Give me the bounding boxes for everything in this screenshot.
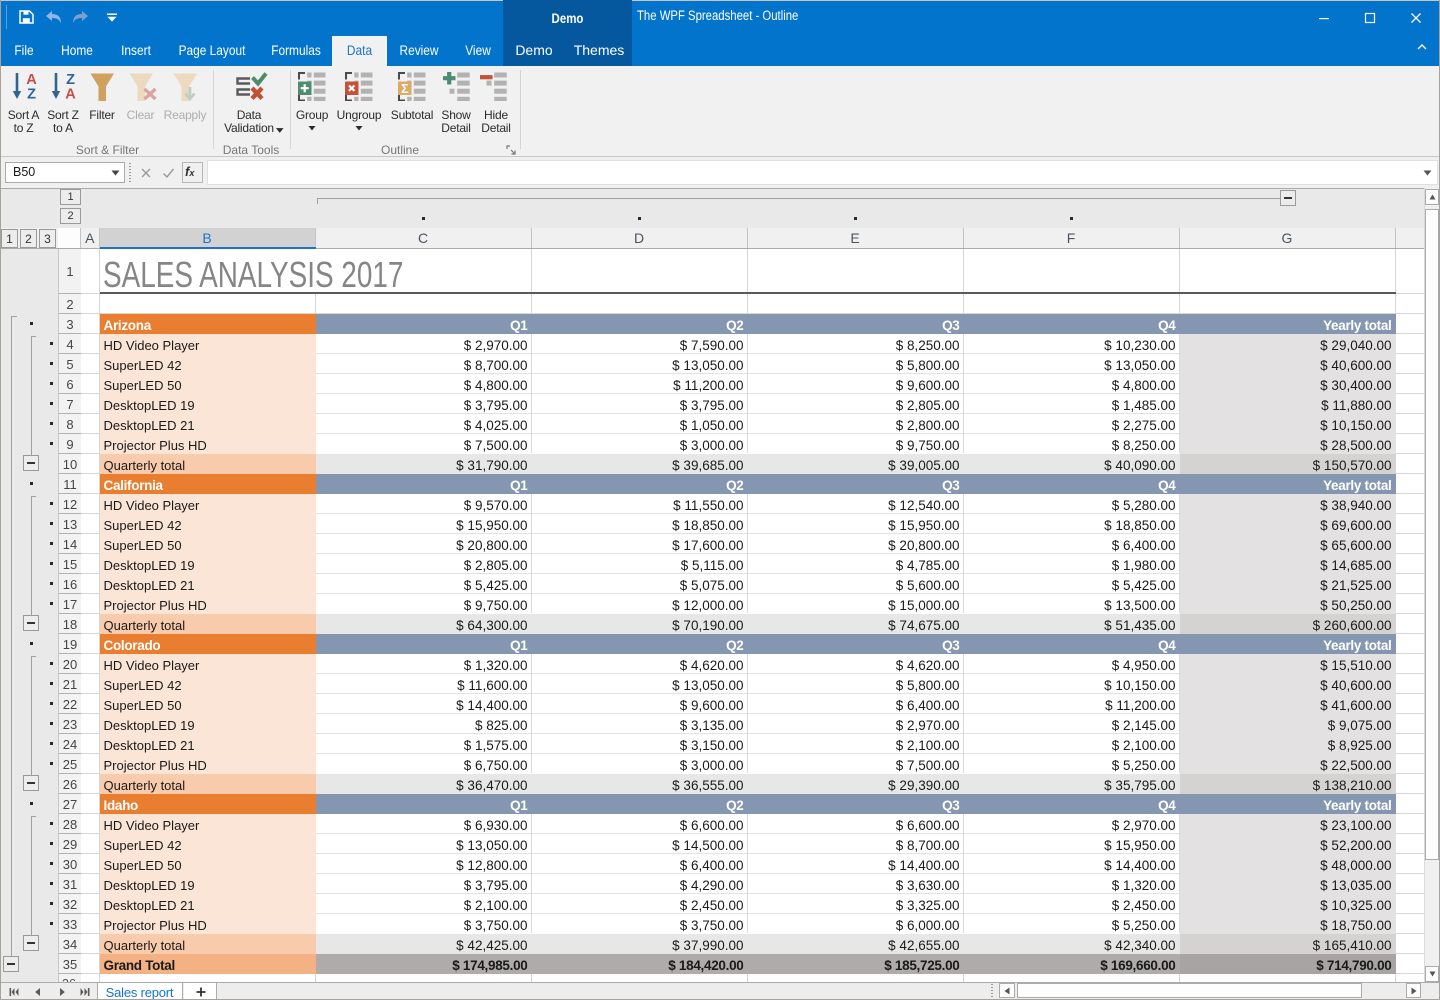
svg-text:Σ: Σ [401,82,409,96]
svg-text:A: A [65,87,76,102]
svg-text:Z: Z [27,87,36,102]
